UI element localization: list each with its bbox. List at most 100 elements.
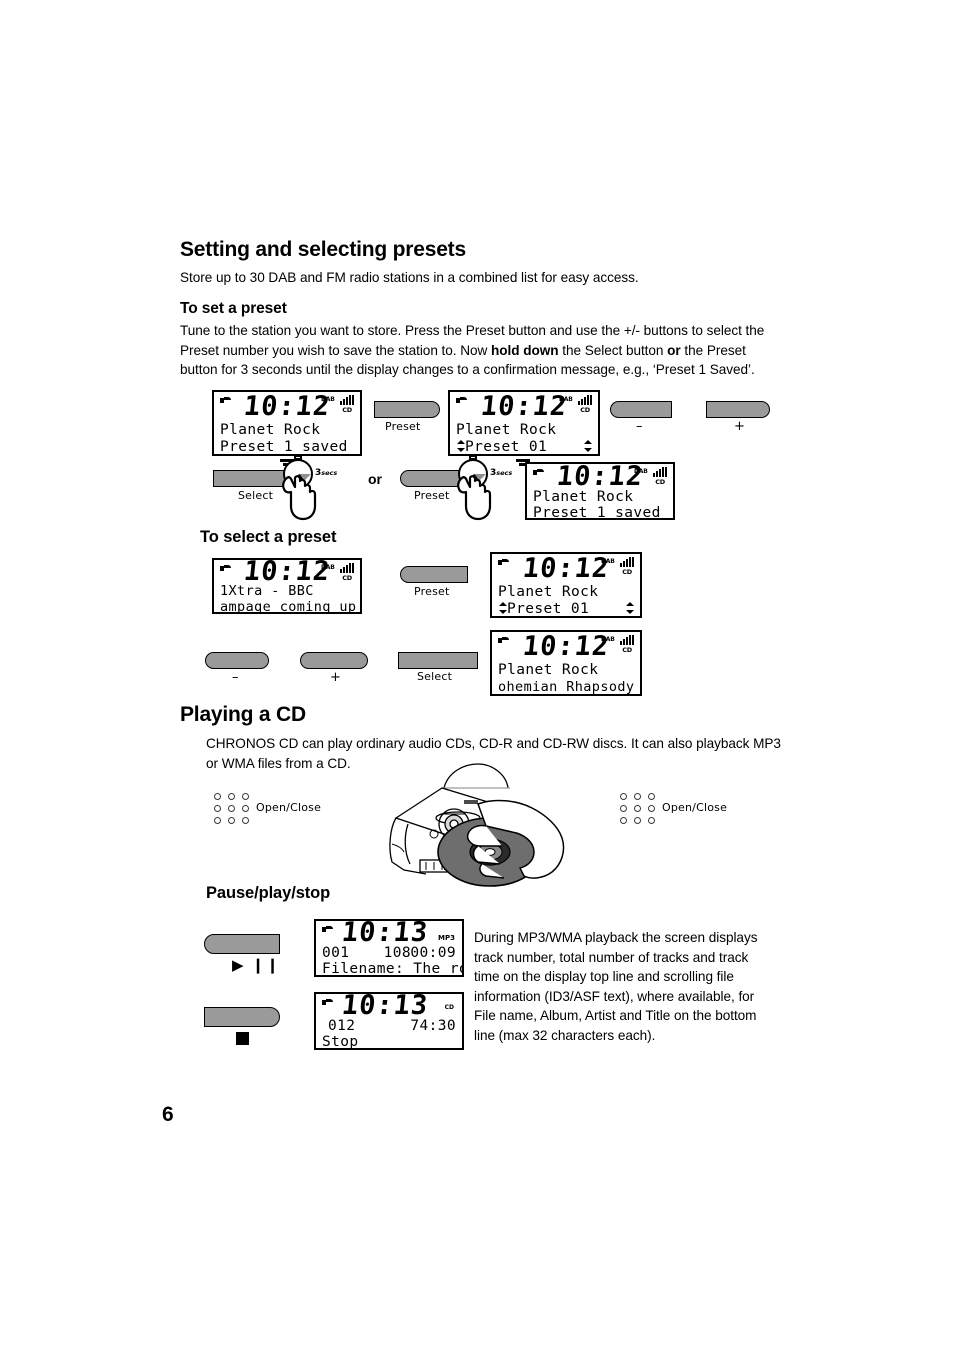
speaker-icon <box>322 999 333 1006</box>
pointing-hand-icon <box>454 472 498 522</box>
set-preset-bold-hold-down: hold down <box>491 342 559 358</box>
select-button-row[interactable] <box>398 652 478 669</box>
set-preset-text-part2: the Select button <box>558 342 668 358</box>
page-number: 6 <box>162 1103 174 1126</box>
cd-label-icon: CD <box>342 406 352 414</box>
preset-button-select[interactable] <box>400 566 468 583</box>
lcd-cd-playing: MP3 10:13 001 108 00:09 Filename: The ro <box>314 919 464 977</box>
manual-page: Setting and selecting presets Store up t… <box>0 0 954 1350</box>
lcd-track-number: 001 <box>322 945 350 961</box>
heading-pause-play-stop: Pause/play/stop <box>206 884 331 902</box>
lcd-clock: 10:12 <box>521 553 611 584</box>
plus-button-select-label: + <box>330 670 341 685</box>
cd-insertion-illustration <box>382 762 602 893</box>
plus-button-label: + <box>734 419 745 434</box>
lcd-clock: 10:13 <box>339 919 430 948</box>
mp3-marker-icon: MP3 <box>438 934 455 942</box>
lcd-preset-1-saved: DAB CD 10:12 Planet Rock Preset 1 saved <box>212 390 362 456</box>
lcd-station-name: Planet Rock <box>498 662 599 678</box>
heading-to-set-a-preset: To set a preset <box>180 300 287 317</box>
preset-button-select-label: Preset <box>414 585 450 598</box>
lcd-station-name: Planet Rock <box>533 489 634 505</box>
lcd-status-line: Preset 1 saved <box>533 505 661 520</box>
lcd-station-name: Planet Rock <box>456 422 557 438</box>
preset-button[interactable] <box>374 401 440 418</box>
lcd-total-tracks: 108 <box>383 945 412 961</box>
updown-arrow-icon-right <box>583 439 592 454</box>
cd-label-icon: CD <box>622 568 632 576</box>
preset-button-label: Preset <box>385 420 421 433</box>
signal-strength-icon <box>653 467 668 477</box>
open-close-keypad-right[interactable] <box>620 793 660 827</box>
lcd-playing-rhapsody: DAB CD 10:12 Planet Rock ohemian Rhapsod… <box>490 630 642 696</box>
cd-label-icon: CD <box>622 646 632 654</box>
minus-button-label: – <box>636 419 643 434</box>
lcd-preset-line: Preset 01 <box>456 439 592 454</box>
or-separator-label: or <box>368 471 382 487</box>
lcd-preset-01: DAB CD 10:12 Planet Rock Preset 01 <box>448 390 600 456</box>
lcd-now-playing-1xtra: DAB CD 10:12 1Xtra - BBC ampage coming u… <box>212 558 362 614</box>
stop-glyph-icon <box>236 1032 249 1045</box>
cd-label-icon: CD <box>342 574 352 582</box>
lcd-total-time: 74:30 <box>410 1018 456 1034</box>
lcd-preset-line: Preset 01 <box>498 601 634 617</box>
lcd-clock: 10:12 <box>242 391 332 422</box>
select-button-label: Select <box>238 489 274 502</box>
lcd-scrolling-text: ampage coming up <box>220 599 357 614</box>
lcd-clock: 10:12 <box>521 631 611 662</box>
page-title-playing-a-cd: Playing a CD <box>180 703 306 726</box>
lcd-status-line: Preset 1 saved <box>220 439 348 455</box>
set-preset-bold-or: or <box>667 342 681 358</box>
lcd-track-info-line: 001 108 00:09 <box>322 945 456 961</box>
open-close-label-right: Open/Close <box>662 801 728 814</box>
lcd-clock: 10:13 <box>339 992 430 1021</box>
mp3-playback-paragraph: During MP3/WMA playback the screen displ… <box>474 930 758 1043</box>
pointing-hand-icon <box>279 472 323 522</box>
lcd-clock: 10:12 <box>479 391 569 422</box>
speaker-icon <box>220 565 231 572</box>
speaker-icon <box>498 637 509 644</box>
plus-button-select[interactable] <box>300 652 368 669</box>
lcd-filename-line: Filename: The ro <box>322 961 464 977</box>
lcd-preset-text: Preset 01 <box>507 601 590 617</box>
lcd-station-name: 1Xtra - BBC <box>220 583 314 599</box>
heading-to-select-a-preset: To select a preset <box>200 528 337 546</box>
lcd-clock: 10:12 <box>242 558 332 587</box>
lcd-total-tracks: 012 <box>328 1018 356 1034</box>
signal-strength-icon <box>620 635 635 645</box>
speaker-icon <box>322 926 333 933</box>
signal-strength-icon <box>578 395 593 405</box>
cd-label-icon: CD <box>655 478 665 486</box>
speaker-icon <box>220 397 231 404</box>
open-close-keypad-left[interactable] <box>214 793 254 827</box>
lcd-station-name: Planet Rock <box>498 584 599 600</box>
speaker-icon <box>456 397 467 404</box>
minus-button-select[interactable] <box>205 652 269 669</box>
updown-arrow-icon <box>456 440 465 453</box>
play-pause-button[interactable] <box>204 934 280 954</box>
plus-button[interactable] <box>706 401 770 418</box>
preset-button-hold-label: Preset <box>414 489 450 502</box>
updown-arrow-icon-right <box>625 601 634 616</box>
lcd-preset-1-saved-confirm: DAB CD 10:12 Planet Rock Preset 1 saved <box>525 462 675 520</box>
speaker-icon <box>533 469 544 476</box>
lcd-preset-01-browse: DAB CD 10:12 Planet Rock Preset 01 <box>490 552 642 618</box>
speaker-icon <box>498 559 509 566</box>
lcd-track-time: 00:09 <box>410 945 456 961</box>
open-close-label-left: Open/Close <box>256 801 322 814</box>
stop-button[interactable] <box>204 1007 280 1027</box>
minus-button-select-label: – <box>232 670 239 685</box>
cd-label-icon: CD <box>580 406 590 414</box>
signal-strength-icon <box>340 563 355 573</box>
signal-strength-icon <box>340 395 355 405</box>
lcd-clock: 10:12 <box>555 462 645 492</box>
cd-marker-icon: CD <box>444 1004 454 1011</box>
play-pause-glyph-icon: ▶ ❙❙ <box>232 957 281 974</box>
select-button-row-label: Select <box>417 670 453 683</box>
lcd-scrolling-text: ohemian Rhapsody <box>498 679 635 695</box>
set-preset-paragraph: Tune to the station you want to store. P… <box>180 321 780 380</box>
lcd-cd-stopped: CD 10:13 012 74:30 Stop <box>314 992 464 1050</box>
signal-strength-icon <box>620 557 635 567</box>
minus-button[interactable] <box>610 401 672 418</box>
lcd-station-name: Planet Rock <box>220 422 321 438</box>
